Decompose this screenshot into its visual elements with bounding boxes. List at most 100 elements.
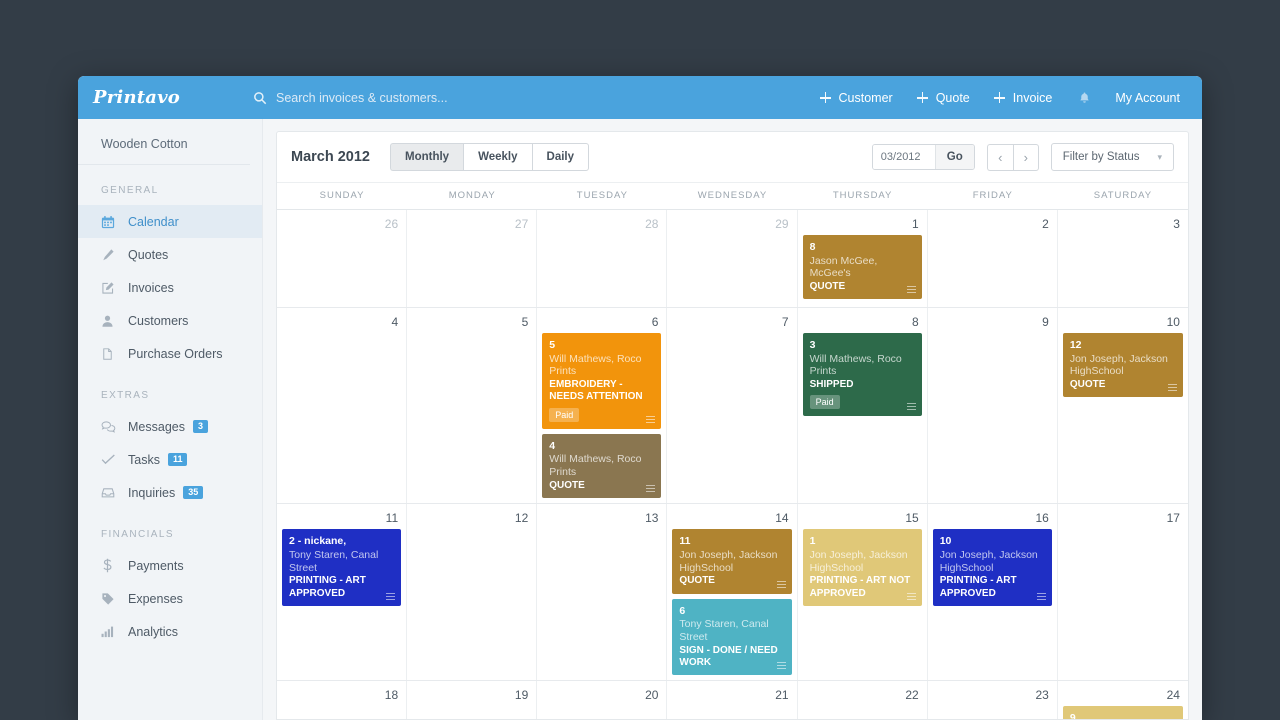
sidebar-item-tasks[interactable]: Tasks 11 <box>78 443 262 476</box>
drag-handle-icon[interactable] <box>646 415 656 423</box>
calendar-day-cell[interactable]: 21 <box>667 681 798 719</box>
event-status: QUOTE <box>1069 379 1106 391</box>
next-month-button[interactable]: › <box>1012 143 1039 171</box>
calendar-event[interactable]: 4 Will Mathews, Roco Prints QUOTE <box>542 433 662 499</box>
calendar-event[interactable]: 12 Jon Joseph, Jackson HighSchool QUOTE <box>1062 333 1183 398</box>
chevron-down-icon: ▾ <box>1157 151 1162 162</box>
calendar-day-cell[interactable]: 27 <box>407 210 538 307</box>
day-number: 28 <box>645 217 659 231</box>
calendar-day-cell[interactable]: 8 3 Will Mathews, Roco Prints SHIPPED Paid <box>798 308 928 504</box>
calendar-day-cell[interactable]: 5 <box>407 308 538 504</box>
calendar-day-cell[interactable]: 13 <box>537 504 668 681</box>
calendar-event[interactable]: 10 Jon Joseph, Jackson HighSchool PRINTING… <box>932 529 1052 606</box>
calendar-day-cell[interactable]: 12 <box>407 504 538 681</box>
day-of-week-label: THURSDAY <box>832 190 893 201</box>
drag-handle-icon[interactable] <box>1036 592 1046 600</box>
calendar-event[interactable]: 1 Jon Joseph, Jackson HighSchool PRINTING … <box>802 529 922 606</box>
event-order-number: 3 <box>809 339 816 351</box>
calendar-day-cell[interactable]: 6 5 Will Mathews, Roco Prints EMBROIDERY - … <box>537 308 668 504</box>
app-logo[interactable]: Printavo <box>78 87 253 108</box>
day-number: 21 <box>775 688 789 703</box>
calendar-day-cell[interactable]: 14 11 Jon Joseph, Jackson HighSchool QUOTE 6… <box>667 504 798 681</box>
organization-name: Wooden Cotton <box>78 133 250 165</box>
calendar-day-cell[interactable]: 28 <box>537 210 668 307</box>
calendar-day-cell[interactable]: 24 9 <box>1058 681 1188 720</box>
day-number: 8 <box>912 315 919 329</box>
calendar-event[interactable]: 8 Jason McGee, McGee's QUOTE <box>802 235 922 300</box>
calendar-day-cell[interactable]: 18 <box>277 681 408 719</box>
sidebar-item-invoices[interactable]: Invoices <box>78 271 262 304</box>
calendar-day-cell[interactable]: 17 <box>1058 504 1188 680</box>
top-nav-actions: Customer Quote Invoice My Account <box>808 91 1202 105</box>
sidebar-item-calendar[interactable]: Calendar <box>78 205 262 238</box>
day-number: 18 <box>384 688 399 703</box>
calendar-day-cell[interactable]: 11 2 - nickane, Tony Staren, Canal Street P… <box>277 504 408 681</box>
calendar-day-cell[interactable]: 4 <box>277 308 408 504</box>
sidebar-item-inquiries[interactable]: Inquiries 35 <box>78 476 262 509</box>
top-navigation-bar: Printavo Customer Quote Invoice <box>78 76 1202 119</box>
calendar-day-cell[interactable]: 22 <box>798 681 928 719</box>
calendar-event[interactable]: 9 <box>1062 706 1183 720</box>
calendar-day-cell[interactable]: 19 <box>407 681 538 719</box>
tab-weekly[interactable]: Weekly <box>463 143 532 171</box>
day-of-week-label: TUESDAY <box>576 190 628 201</box>
drag-handle-icon[interactable] <box>776 580 786 588</box>
calendar-day-cell[interactable]: 9 <box>928 308 1058 504</box>
date-input[interactable] <box>872 145 935 169</box>
event-order-number: 9 <box>1069 712 1076 720</box>
inbox-icon <box>101 486 117 500</box>
my-account-button[interactable]: My Account <box>1105 91 1182 105</box>
add-invoice-button[interactable]: Invoice <box>982 91 1065 105</box>
event-status: SIGN - DONE / NEED WORK <box>679 644 778 669</box>
calendar-day-cell[interactable]: 2 <box>928 210 1058 307</box>
calendar-day-cell[interactable]: 26 <box>277 210 408 307</box>
sidebar-item-messages[interactable]: Messages 3 <box>78 410 262 443</box>
search-input[interactable] <box>276 90 606 105</box>
calendar-day-cell[interactable]: 16 10 Jon Joseph, Jackson HighSchool PRINTI… <box>928 504 1058 681</box>
tab-daily[interactable]: Daily <box>531 143 590 171</box>
calendar-grid: SUNDAY MONDAY TUESDAY WEDNESDAY THURSDAY FRID… <box>277 182 1188 719</box>
add-quote-button[interactable]: Quote <box>905 91 982 105</box>
drag-handle-icon[interactable] <box>906 286 916 294</box>
bell-icon[interactable] <box>1064 91 1105 105</box>
calendar-event[interactable]: 6 Tony Staren, Canal Street SIGN - DONE / … <box>672 598 792 676</box>
calendar-day-cell[interactable]: 1 8 Jason McGee, McGee's QUOTE <box>798 210 928 307</box>
calendar-day-cell[interactable]: 3 <box>1058 210 1188 307</box>
sidebar-item-purchase-orders[interactable]: Purchase Orders <box>78 337 262 370</box>
day-of-week-header: SUNDAY MONDAY TUESDAY WEDNESDAY THURSDAY FRID… <box>277 182 1188 210</box>
sidebar-section-financials: FINANCIALS <box>101 529 174 540</box>
event-order-number: 5 <box>549 339 556 351</box>
calendar-day-cell[interactable]: 10 12 Jon Joseph, Jackson HighSchool QUOTE <box>1058 308 1188 503</box>
day-number: 7 <box>781 315 789 329</box>
calendar-event[interactable]: 5 Will Mathews, Roco Prints EMBROIDERY - N… <box>542 333 662 429</box>
event-customer: Jon Joseph, Jackson HighSchool <box>939 548 1038 574</box>
calendar-day-cell[interactable]: 7 <box>667 308 798 504</box>
sidebar-item-quotes[interactable]: Quotes <box>78 238 262 271</box>
calendar-day-cell[interactable]: 15 1 Jon Joseph, Jackson HighSchool PRINTIN… <box>798 504 928 681</box>
drag-handle-icon[interactable] <box>906 403 916 411</box>
calendar-day-cell[interactable]: 23 <box>928 681 1058 719</box>
calendar-event[interactable]: 3 Will Mathews, Roco Prints SHIPPED Paid <box>802 333 922 417</box>
sidebar-item-customers[interactable]: Customers <box>78 304 262 337</box>
main-content: March 2012 Monthly Weekly Daily Go ‹ <box>263 119 1202 720</box>
sidebar-item-analytics[interactable]: Analytics <box>78 615 262 648</box>
drag-handle-icon[interactable] <box>646 485 656 493</box>
previous-month-button[interactable]: ‹ <box>986 143 1013 171</box>
go-button[interactable]: Go <box>934 145 974 169</box>
drag-handle-icon[interactable] <box>906 592 916 600</box>
calendar-event[interactable]: 11 Jon Joseph, Jackson HighSchool QUOTE <box>672 529 792 594</box>
drag-handle-icon[interactable] <box>1167 384 1177 392</box>
tab-monthly[interactable]: Monthly <box>390 143 464 171</box>
drag-handle-icon[interactable] <box>776 662 786 670</box>
drag-handle-icon[interactable] <box>386 592 396 600</box>
sidebar-item-expenses[interactable]: Expenses <box>78 582 262 615</box>
calendar-day-cell[interactable]: 20 <box>537 681 668 719</box>
plus-icon <box>819 92 831 103</box>
filter-by-status-dropdown[interactable]: Filter by Status ▾ <box>1050 143 1174 171</box>
add-customer-button[interactable]: Customer <box>808 91 905 105</box>
calendar-day-cell[interactable]: 29 <box>667 210 798 307</box>
calendar-event[interactable]: 2 - nickane, Tony Staren, Canal Street PRI… <box>282 529 402 606</box>
event-customer: Jason McGee, McGee's <box>809 254 878 280</box>
dollar-icon <box>101 558 117 573</box>
sidebar-item-payments[interactable]: Payments <box>78 549 262 582</box>
